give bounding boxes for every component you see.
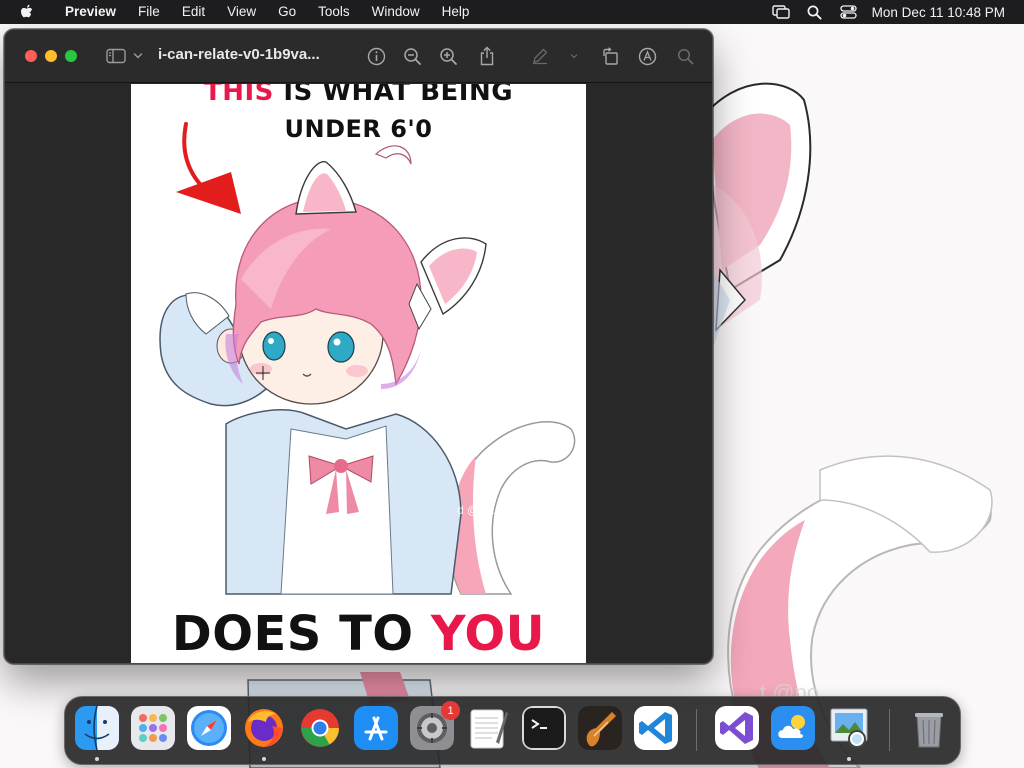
document-title[interactable]: i-can-relate-v0-1b9va... <box>158 46 320 63</box>
preview-window: i-can-relate-v0-1b9va... THIS IS WHAT BE… <box>4 29 713 664</box>
dock-textedit-icon[interactable] <box>466 706 510 750</box>
menu-bar-clock[interactable]: Mon Dec 11 10:48 PM <box>866 5 1024 20</box>
window-zoom-button[interactable] <box>65 50 77 62</box>
menu-tools[interactable]: Tools <box>307 0 361 24</box>
dock-preview-icon[interactable] <box>827 706 871 750</box>
firefox-running-indicator <box>262 757 266 761</box>
crosshair-cursor-icon <box>256 366 270 380</box>
dock-vscode-icon[interactable] <box>634 706 678 750</box>
menu-file[interactable]: File <box>127 0 171 24</box>
menu-bar: Preview File Edit View Go Tools Window H… <box>0 0 1024 24</box>
apple-menu-icon[interactable] <box>0 4 54 20</box>
markup-menu-chevron-icon[interactable] <box>568 45 580 67</box>
annotate-icon[interactable] <box>636 45 658 67</box>
control-center-icon[interactable] <box>832 5 866 19</box>
chevron-down-icon[interactable] <box>132 45 144 67</box>
system-settings-notification-badge: 1 <box>441 701 460 720</box>
preview-running-indicator <box>847 757 851 761</box>
meme-watermark: d @p... <box>457 503 496 517</box>
info-icon[interactable] <box>365 45 387 67</box>
dock <box>64 696 961 765</box>
search-icon[interactable] <box>674 45 696 67</box>
dock-chrome-icon[interactable] <box>298 706 342 750</box>
dock-garageband-icon[interactable] <box>578 706 622 750</box>
markup-pen-icon[interactable] <box>529 45 551 67</box>
zoom-out-icon[interactable] <box>401 45 423 67</box>
sidebar-toggle-icon[interactable] <box>105 45 127 67</box>
dock-weather-icon[interactable] <box>771 706 815 750</box>
dock-visual-studio-icon[interactable] <box>715 706 759 750</box>
dock-trash-icon[interactable] <box>907 706 951 750</box>
spotlight-search-icon[interactable] <box>798 5 832 20</box>
rotate-icon[interactable] <box>599 45 621 67</box>
menu-edit[interactable]: Edit <box>171 0 216 24</box>
menu-go[interactable]: Go <box>267 0 307 24</box>
dock-firefox-icon[interactable] <box>242 706 286 750</box>
anime-cat-girl-illustration <box>159 122 576 595</box>
zoom-in-icon[interactable] <box>437 45 459 67</box>
window-minimize-button[interactable] <box>45 50 57 62</box>
document-canvas[interactable]: THIS IS WHAT BEING UNDER 6'0 d @p... DOE… <box>5 84 712 663</box>
dock-terminal-icon[interactable] <box>522 706 566 750</box>
menu-window[interactable]: Window <box>361 0 431 24</box>
window-close-button[interactable] <box>25 50 37 62</box>
dock-separator <box>889 709 890 751</box>
meme-caption-bottom-highlight: YOU <box>430 606 546 662</box>
window-titlebar[interactable]: i-can-relate-v0-1b9va... <box>5 30 712 83</box>
dock-app-store-icon[interactable] <box>354 706 398 750</box>
dock-finder-icon[interactable] <box>75 706 119 750</box>
meme-image: THIS IS WHAT BEING UNDER 6'0 d @p... DOE… <box>131 84 586 663</box>
screen-mirroring-icon[interactable] <box>764 5 798 19</box>
dock-launchpad-icon[interactable] <box>131 706 175 750</box>
finder-running-indicator <box>95 757 99 761</box>
menu-view[interactable]: View <box>216 0 267 24</box>
menu-app-preview[interactable]: Preview <box>54 0 127 24</box>
menu-help[interactable]: Help <box>431 0 481 24</box>
meme-caption-bottom: DOES TO YOU <box>131 606 586 662</box>
dock-safari-icon[interactable] <box>187 706 231 750</box>
share-icon[interactable] <box>476 45 498 67</box>
meme-caption-bottom-text: DOES TO <box>171 606 431 662</box>
dock-separator <box>696 709 697 751</box>
